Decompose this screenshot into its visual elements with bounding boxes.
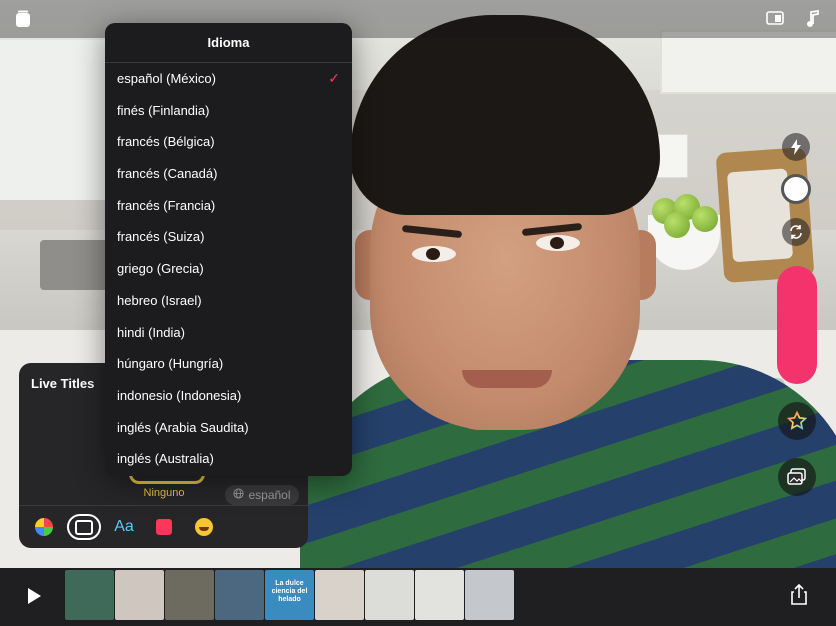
- shutter-icon[interactable]: [781, 174, 811, 204]
- language-button[interactable]: español: [225, 485, 299, 505]
- flash-icon[interactable]: [782, 133, 810, 161]
- text-icon[interactable]: Aa: [109, 514, 139, 540]
- clip-thumbnail[interactable]: [115, 570, 164, 620]
- language-option-label: inglés (Australia): [117, 451, 214, 467]
- panel-title: Live Titles: [31, 376, 95, 391]
- clip-timeline: La dulce ciencia del helado: [0, 568, 836, 626]
- clip-thumbnail[interactable]: [215, 570, 264, 620]
- record-button[interactable]: [777, 266, 817, 384]
- thumbnail-strip: La dulce ciencia del helado: [65, 570, 515, 620]
- language-option[interactable]: griego (Grecia): [105, 253, 352, 285]
- clip-thumbnail[interactable]: [415, 570, 464, 620]
- language-option-label: indonesio (Indonesia): [117, 387, 242, 403]
- language-option-label: finés (Finlandia): [117, 102, 210, 118]
- language-dropdown: Idioma español (México) ✓ finés (Finlandia…: [105, 23, 352, 476]
- language-option[interactable]: francés (Canadá): [105, 158, 352, 190]
- language-option[interactable]: francés (Bélgica): [105, 126, 352, 158]
- clip-thumbnail[interactable]: [465, 570, 514, 620]
- clip-thumbnail[interactable]: [165, 570, 214, 620]
- language-option[interactable]: español (México) ✓: [105, 63, 352, 95]
- clip-thumbnail[interactable]: [365, 570, 414, 620]
- checkmark-icon: ✓: [328, 70, 340, 86]
- language-option-label: hindi (India): [117, 324, 185, 340]
- music-icon[interactable]: [804, 9, 822, 28]
- language-option-label: húngaro (Hungría): [117, 356, 224, 372]
- language-option[interactable]: francés (Francia): [105, 190, 352, 222]
- language-label: español: [248, 488, 291, 502]
- style-none-label[interactable]: Ninguno: [130, 487, 198, 499]
- language-option[interactable]: indonesio (Indonesia): [105, 380, 352, 412]
- clip-title-text: La dulce ciencia del helado: [271, 580, 308, 603]
- dropdown-title: Idioma: [105, 23, 352, 63]
- language-option-label: francés (Francia): [117, 197, 216, 213]
- language-option-label: inglés (Arabia Saudita): [117, 419, 249, 435]
- layout-icon[interactable]: [766, 10, 784, 28]
- language-option-label: francés (Canadá): [117, 166, 218, 182]
- filters-icon[interactable]: [29, 514, 59, 540]
- language-option-label: griego (Grecia): [117, 261, 204, 277]
- projects-icon[interactable]: [14, 10, 32, 28]
- language-option[interactable]: hebreo (Israel): [105, 285, 352, 317]
- stickers-icon[interactable]: [149, 514, 179, 540]
- divider: [19, 505, 308, 506]
- effects-star-icon[interactable]: [778, 402, 816, 440]
- language-option[interactable]: inglés (Arabia Saudita): [105, 412, 352, 444]
- language-option[interactable]: francés (Suiza): [105, 221, 352, 253]
- emoji-icon[interactable]: [189, 514, 219, 540]
- globe-icon: [233, 488, 245, 502]
- clip-thumbnail[interactable]: La dulce ciencia del helado: [265, 570, 314, 620]
- live-titles-icon[interactable]: [67, 514, 101, 540]
- play-icon[interactable]: [28, 588, 41, 604]
- language-option[interactable]: húngaro (Hungría): [105, 348, 352, 380]
- flip-camera-icon[interactable]: [782, 218, 810, 246]
- language-option-label: español (México): [117, 71, 216, 86]
- clip-thumbnail[interactable]: [65, 570, 114, 620]
- share-icon[interactable]: [790, 583, 808, 606]
- language-option[interactable]: inglés (Australia): [105, 443, 352, 475]
- language-option[interactable]: hindi (India): [105, 317, 352, 349]
- language-option-label: hebreo (Israel): [117, 292, 202, 308]
- media-library-icon[interactable]: [778, 458, 816, 496]
- language-option-label: francés (Bélgica): [117, 134, 215, 150]
- language-option-label: francés (Suiza): [117, 229, 205, 245]
- clip-thumbnail[interactable]: [315, 570, 364, 620]
- language-option[interactable]: finés (Finlandia): [105, 95, 352, 127]
